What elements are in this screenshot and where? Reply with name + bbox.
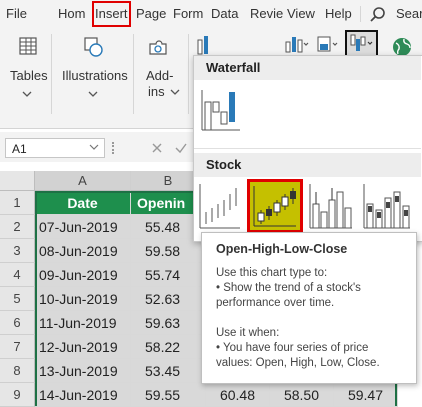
add-ins-icon[interactable]	[146, 36, 170, 58]
tooltip-line: • You have four series of price	[216, 342, 369, 354]
header-cell-date[interactable]: Date	[35, 191, 131, 215]
open-high-low-close-chart-thumbnail[interactable]	[252, 184, 298, 228]
table-cell[interactable]: 09-Jun-2019	[35, 263, 131, 287]
statistic-chart-icon[interactable]	[316, 34, 342, 54]
table-cell[interactable]: 60.48	[206, 383, 270, 407]
chevron-down-icon[interactable]	[22, 90, 32, 98]
row-header[interactable]: 5	[0, 287, 35, 311]
menu-file[interactable]: File	[6, 0, 27, 28]
table-cell[interactable]: 53.45	[131, 359, 206, 383]
ribbon-divider	[133, 34, 134, 114]
table-cell[interactable]: 13-Jun-2019	[35, 359, 131, 383]
row-header[interactable]: 8	[0, 359, 35, 383]
table-cell[interactable]: 59.55	[131, 383, 206, 407]
section-divider	[194, 148, 421, 149]
illustrations-icon[interactable]	[82, 36, 104, 58]
menu-data[interactable]: Data	[211, 0, 238, 28]
tooltip-title: Open-High-Low-Close	[216, 242, 348, 256]
row-header[interactable]: 3	[0, 239, 35, 263]
formula-grip	[112, 142, 116, 154]
tooltip-line: Use this chart type to:	[216, 267, 328, 279]
row-header[interactable]: 9	[0, 383, 35, 407]
ribbon-divider	[51, 34, 52, 114]
menu-home[interactable]: Hom	[58, 0, 85, 28]
tables-button[interactable]: Tables	[10, 68, 48, 83]
row-header[interactable]: 7	[0, 335, 35, 359]
chevron-down-icon[interactable]	[89, 143, 99, 151]
stock-heading: Stock	[194, 153, 421, 177]
chevron-down-icon[interactable]	[170, 88, 180, 96]
table-cell[interactable]: 55.74	[131, 263, 206, 287]
menu-formulas[interactable]: Form	[173, 0, 203, 28]
enter-icon[interactable]	[174, 141, 188, 155]
table-cell[interactable]: 52.63	[131, 287, 206, 311]
recommended-charts-icon[interactable]	[196, 34, 214, 56]
hierarchy-chart-icon[interactable]	[284, 34, 310, 54]
table-cell[interactable]: 58.50	[270, 383, 334, 407]
row-header[interactable]: 2	[0, 215, 35, 239]
menu-help[interactable]: Help	[325, 0, 352, 28]
table-icon[interactable]	[18, 36, 38, 56]
menu-insert[interactable]: Insert	[92, 1, 131, 27]
table-cell[interactable]: 59.63	[131, 311, 206, 335]
chevron-down-icon[interactable]	[88, 90, 98, 98]
table-cell[interactable]: 59.58	[131, 239, 206, 263]
table-cell[interactable]: 08-Jun-2019	[35, 239, 131, 263]
table-cell[interactable]: 14-Jun-2019	[35, 383, 131, 407]
table-cell[interactable]: 59.47	[334, 383, 398, 407]
table-cell[interactable]: 10-Jun-2019	[35, 287, 131, 311]
search-icon[interactable]	[369, 6, 387, 24]
tooltip-line: performance over time.	[216, 297, 335, 309]
row-header[interactable]: 1	[0, 191, 35, 215]
select-all-corner[interactable]	[0, 171, 35, 191]
table-cell[interactable]: 58.22	[131, 335, 206, 359]
row-header[interactable]: 4	[0, 263, 35, 287]
illustrations-button[interactable]: Illustrations	[62, 68, 128, 83]
menu-view[interactable]: View	[287, 0, 315, 28]
search-label[interactable]: Sear	[396, 0, 422, 28]
table-cell[interactable]: 12-Jun-2019	[35, 335, 131, 359]
waterfall-chart-thumbnail[interactable]	[200, 88, 242, 132]
waterfall-chart-icon[interactable]	[349, 33, 375, 53]
waterfall-heading: Waterfall	[194, 56, 421, 80]
tooltip-line: Use it when:	[216, 327, 280, 339]
menu-divider	[360, 6, 361, 22]
menu-page-layout[interactable]: Page	[136, 0, 166, 28]
tooltip-line: values: Open, High, Low, Close.	[216, 357, 380, 369]
ribbon-divider	[188, 34, 189, 114]
add-ins-label-2[interactable]: ins	[148, 84, 165, 99]
menu-review[interactable]: Revie	[250, 0, 283, 28]
column-header-a[interactable]: A	[35, 171, 131, 191]
volume-open-high-low-close-chart-thumbnail[interactable]	[362, 182, 412, 230]
cancel-icon[interactable]	[150, 141, 164, 155]
tooltip-line: • Show the trend of a stock's	[216, 282, 361, 294]
high-low-close-chart-thumbnail[interactable]	[198, 182, 242, 230]
row-header[interactable]: 6	[0, 311, 35, 335]
table-cell[interactable]: 07-Jun-2019	[35, 215, 131, 239]
volume-high-low-close-chart-thumbnail[interactable]	[308, 182, 354, 230]
table-cell[interactable]: 11-Jun-2019	[35, 311, 131, 335]
add-ins-label[interactable]: Add-	[146, 68, 173, 83]
